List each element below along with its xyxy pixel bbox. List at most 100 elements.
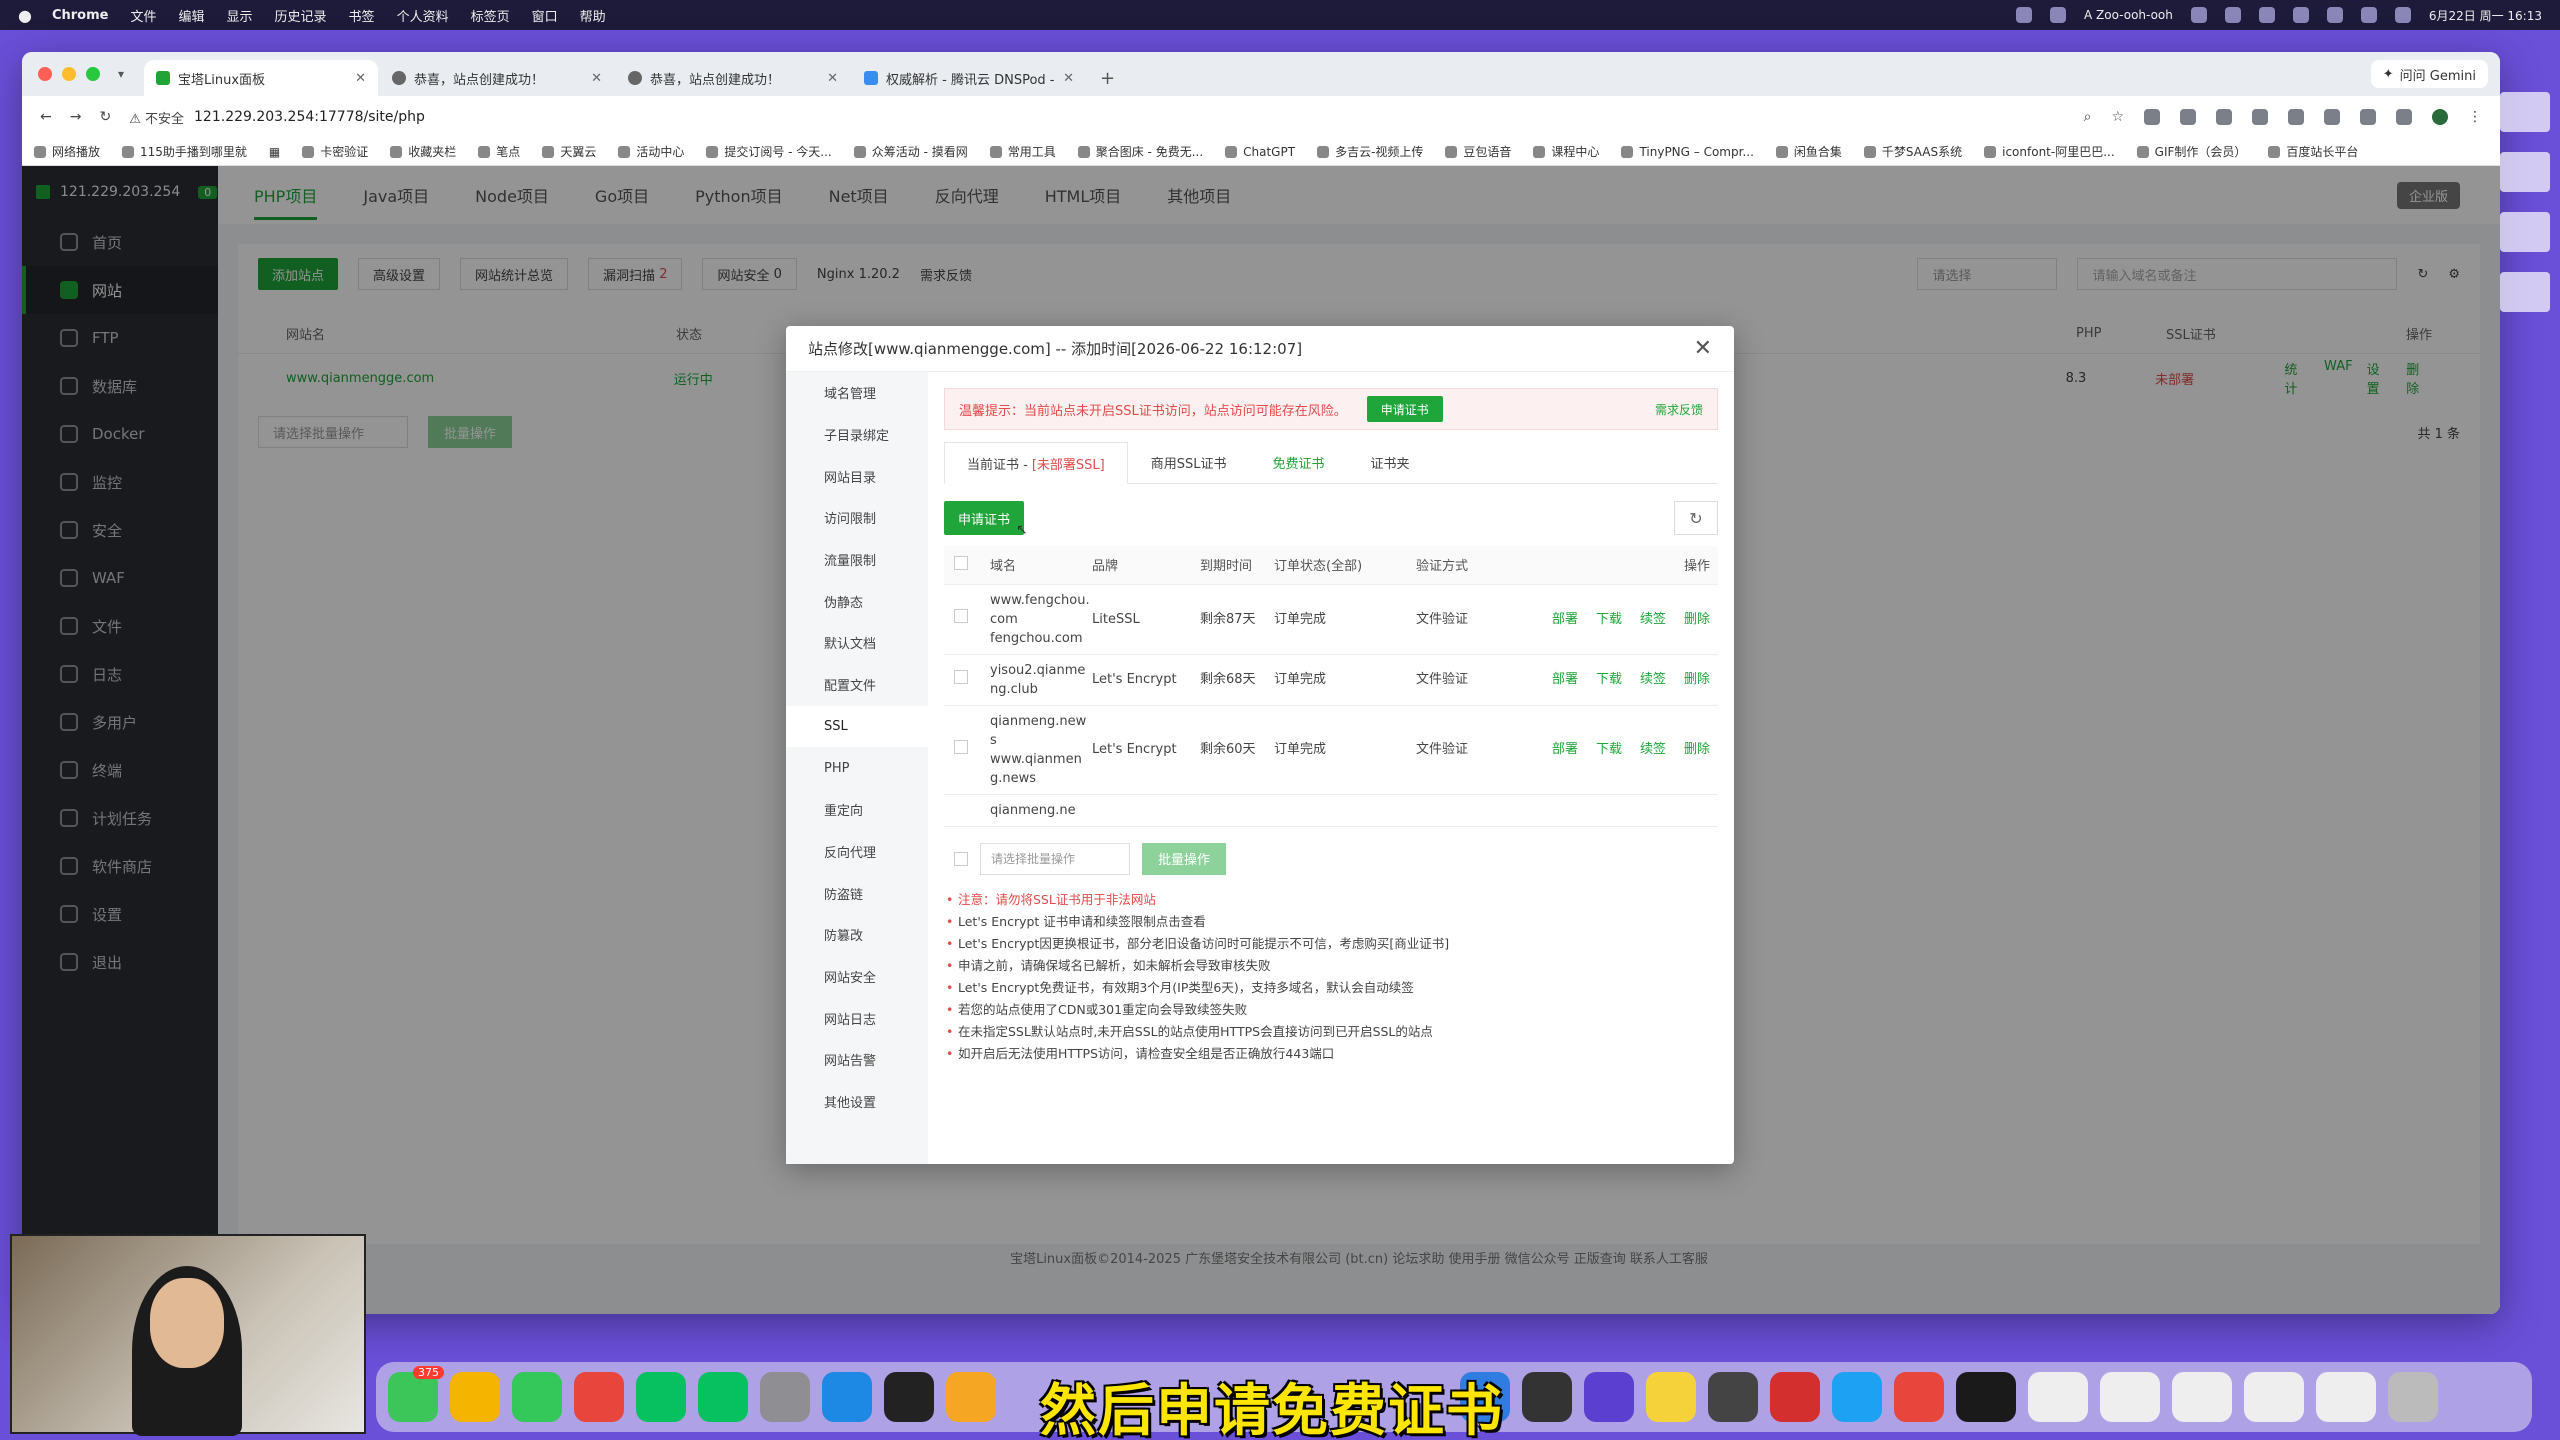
status-icon[interactable]: [2190, 7, 2207, 23]
bookmark-item[interactable]: 豆包语音: [1445, 143, 1511, 160]
menubar-item-file[interactable]: 文件: [130, 6, 156, 25]
photos-app-icon[interactable]: [450, 1372, 500, 1422]
modal-nav-config[interactable]: 配置文件: [786, 664, 928, 706]
wifi-icon[interactable]: [2326, 7, 2343, 23]
search-icon[interactable]: [2360, 7, 2377, 23]
messages-app-icon[interactable]: 375: [388, 1366, 444, 1422]
desktop-file-icon[interactable]: [2500, 92, 2550, 132]
apps-grid-icon[interactable]: ▦: [269, 145, 280, 159]
extension-icon[interactable]: [2216, 109, 2232, 125]
bookmark-star-icon[interactable]: ☆: [2111, 109, 2124, 125]
bookmark-item[interactable]: 活动中心: [618, 143, 684, 160]
bookmark-item[interactable]: ChatGPT: [1225, 145, 1295, 159]
extensions-puzzle-icon[interactable]: [2396, 109, 2412, 125]
modal-nav-logs[interactable]: 网站日志: [786, 997, 928, 1039]
desktop-file-icon[interactable]: [2500, 272, 2550, 312]
modal-nav-hotlink[interactable]: 防盗链: [786, 872, 928, 914]
desktop-file-icon[interactable]: [2500, 212, 2550, 252]
delete-link[interactable]: 删除: [1684, 672, 1710, 687]
deploy-link[interactable]: 部署: [1552, 612, 1578, 627]
window-thumbnail[interactable]: [2244, 1372, 2304, 1422]
window-thumbnail[interactable]: [2028, 1372, 2088, 1422]
delete-link[interactable]: 删除: [1684, 742, 1710, 757]
chrome-app-icon[interactable]: [1894, 1372, 1944, 1422]
renew-link[interactable]: 续签: [1640, 672, 1666, 687]
app-icon[interactable]: [1522, 1372, 1572, 1422]
address-bar[interactable]: ⚠ 不安全 121.229.203.254:17778/site/php: [129, 102, 2065, 132]
renew-link[interactable]: 续签: [1640, 742, 1666, 757]
deploy-link[interactable]: 部署: [1552, 672, 1578, 687]
app-icon[interactable]: [884, 1372, 934, 1422]
bookmark-item[interactable]: 笔点: [478, 143, 520, 160]
modal-nav-ssl[interactable]: SSL: [786, 705, 928, 748]
bookmark-folder[interactable]: 千梦SAAS系统: [1863, 143, 1962, 160]
apply-cert-button[interactable]: 申请证书: [944, 501, 1025, 535]
status-icon[interactable]: [2292, 7, 2309, 23]
app-icon[interactable]: [1708, 1372, 1758, 1422]
app-icon[interactable]: [946, 1372, 996, 1422]
close-tab-icon[interactable]: ✕: [591, 71, 602, 86]
alert-apply-button[interactable]: 申请证书: [1366, 396, 1443, 422]
menubar-user[interactable]: A Zoo-ooh-ooh: [2084, 8, 2173, 22]
bookmark-folder[interactable]: 闲鱼合集: [1775, 143, 1842, 160]
new-tab-button[interactable]: +: [1088, 60, 1127, 96]
menubar-item-help[interactable]: 帮助: [580, 6, 606, 25]
extension-icon[interactable]: [2180, 109, 2196, 125]
note-item[interactable]: Let's Encrypt 证书申请和续签限制点击查看: [944, 911, 1718, 933]
app-icon[interactable]: [1646, 1372, 1696, 1422]
menubar-item-edit[interactable]: 编辑: [179, 6, 205, 25]
extension-icon[interactable]: [2144, 109, 2160, 125]
chrome-app-icon[interactable]: [574, 1372, 624, 1422]
bookmark-item[interactable]: 多吉云-视频上传: [1317, 143, 1423, 160]
browser-tab-baota[interactable]: 宝塔Linux面板 ✕: [144, 60, 378, 96]
extension-icon[interactable]: [2252, 109, 2268, 125]
more-menu-icon[interactable]: ⋮: [2468, 109, 2482, 125]
row-checkbox[interactable]: [954, 739, 968, 754]
cert-batch-button[interactable]: 批量操作: [1142, 842, 1227, 875]
menubar-item-tabs[interactable]: 标签页: [471, 6, 510, 25]
phone-app-icon[interactable]: [512, 1372, 562, 1422]
modal-nav-tamper[interactable]: 防篡改: [786, 914, 928, 956]
extension-icon[interactable]: [2360, 109, 2376, 125]
menubar-item-history[interactable]: 历史记录: [275, 6, 327, 25]
control-center-icon[interactable]: [2394, 7, 2411, 23]
close-icon[interactable]: ✕: [1694, 336, 1712, 361]
wps-app-icon[interactable]: [1770, 1372, 1820, 1422]
tab-commercial-ssl[interactable]: 商用SSL证书: [1128, 442, 1250, 483]
cert-batch-select[interactable]: 请选择批量操作: [980, 842, 1130, 875]
bookmark-item[interactable]: TinyPNG – Compr...: [1621, 145, 1754, 159]
tab-current-cert[interactable]: 当前证书 - [未部署SSL]: [944, 442, 1128, 484]
alert-feedback-link[interactable]: 需求反馈: [1655, 401, 1703, 418]
modal-nav-other[interactable]: 其他设置: [786, 1081, 928, 1123]
status-icon[interactable]: [2224, 7, 2241, 23]
note-item[interactable]: Let's Encrypt因更换根证书，部分老旧设备访问时可能提示不可信，考虑购…: [944, 933, 1718, 955]
modal-nav-traffic[interactable]: 流量限制: [786, 539, 928, 581]
close-tab-icon[interactable]: ✕: [355, 71, 366, 86]
insecure-warning[interactable]: ⚠ 不安全: [129, 108, 184, 127]
minimize-window-button[interactable]: [62, 67, 76, 81]
app-icon[interactable]: [1584, 1372, 1634, 1422]
menubar-item-view[interactable]: 显示: [227, 6, 253, 25]
refresh-icon[interactable]: ↻: [1674, 501, 1718, 535]
bookmark-item[interactable]: 网络播放: [34, 143, 100, 160]
trash-icon[interactable]: [2388, 1372, 2438, 1422]
delete-link[interactable]: 删除: [1684, 612, 1710, 627]
bookmark-item[interactable]: 聚合图床 - 免费无...: [1077, 143, 1203, 160]
bookmark-item[interactable]: 课程中心: [1533, 143, 1599, 160]
bookmark-item[interactable]: 天翼云: [542, 143, 596, 160]
bookmark-item[interactable]: 115助手播到哪里就: [122, 143, 247, 160]
app-icon[interactable]: [1832, 1372, 1882, 1422]
modal-nav-default-doc[interactable]: 默认文档: [786, 622, 928, 664]
tab-free-cert[interactable]: 免费证书: [1249, 442, 1347, 483]
row-checkbox[interactable]: [954, 669, 968, 684]
menubar-item-profiles[interactable]: 个人资料: [397, 6, 449, 25]
forward-icon[interactable]: →: [70, 109, 82, 125]
url-text[interactable]: 121.229.203.254:17778/site/php: [194, 109, 425, 125]
bookmark-item[interactable]: 百度站长平台: [2268, 143, 2358, 160]
modal-nav-alerts[interactable]: 网站告警: [786, 1039, 928, 1081]
bookmark-item[interactable]: GIF制作（会员）: [2136, 143, 2246, 160]
download-link[interactable]: 下载: [1596, 672, 1622, 687]
settings-app-icon[interactable]: [760, 1372, 810, 1422]
menubar-item-bookmarks[interactable]: 书签: [349, 6, 375, 25]
tab-search-chevron-icon[interactable]: ▾: [118, 52, 138, 96]
